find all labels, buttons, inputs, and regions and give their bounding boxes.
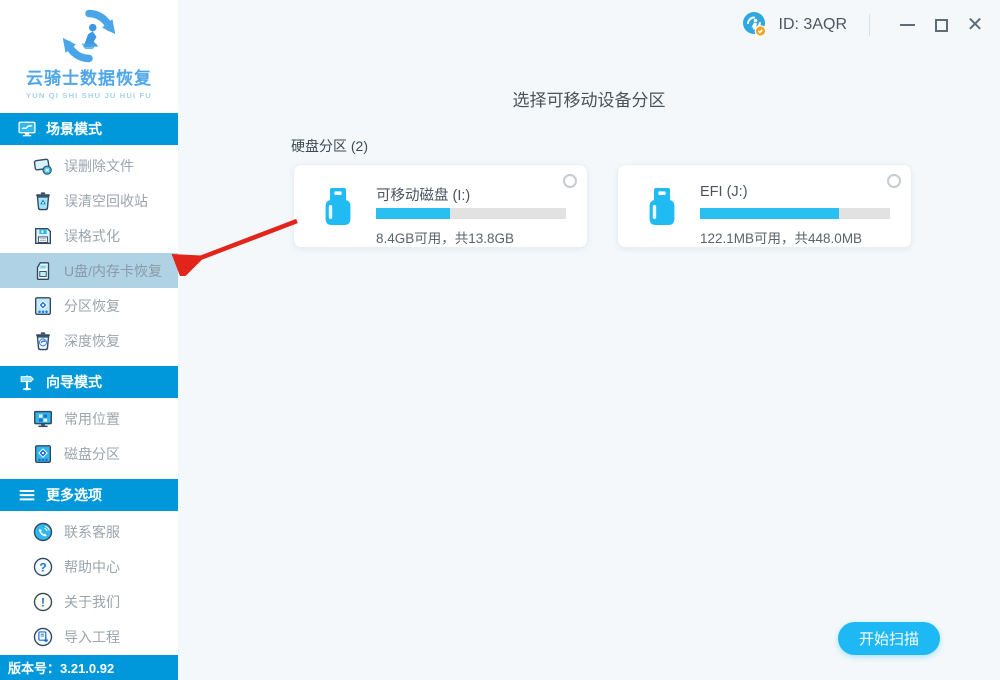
start-scan-button[interactable]: 开始扫描	[838, 622, 940, 655]
sidebar-item-label: 磁盘分区	[64, 444, 120, 464]
partition-usage-bar	[376, 208, 566, 219]
brand-subtitle: YUN QI SHI SHU JU HUI FU	[0, 91, 178, 100]
partition-group-label: 硬盘分区 (2)	[291, 136, 368, 156]
brand-logo-area: 云骑士数据恢复 YUN QI SHI SHU JU HUI FU	[0, 0, 178, 113]
partition-radio[interactable]	[563, 174, 577, 188]
section-label: 向导模式	[46, 372, 102, 392]
signpost-icon	[17, 372, 37, 392]
sidebar-item-partition-recovery[interactable]: 分区恢复	[0, 288, 178, 323]
sidebar-item-label: 帮助中心	[64, 557, 120, 577]
partition-card-efi-j[interactable]: EFI (J:) 122.1MB可用，共448.0MB	[617, 164, 912, 248]
monitor-windows-icon	[32, 408, 54, 430]
partition-usage-bar	[700, 208, 890, 219]
sidebar-item-help-center[interactable]: ? 帮助中心	[0, 549, 178, 584]
deleted-file-icon	[32, 155, 54, 177]
brand-title: 云骑士数据恢复	[0, 64, 178, 89]
partition-disk-icon	[32, 295, 54, 317]
sidebar-item-about-us[interactable]: ! 关于我们	[0, 584, 178, 619]
maximize-icon[interactable]	[928, 12, 954, 38]
partition-capacity-label: 8.4GB可用，共13.8GB	[376, 227, 566, 247]
hamburger-icon	[17, 485, 37, 505]
sidebar-item-import-project[interactable]: 导入工程	[0, 619, 178, 654]
usb-drive-icon	[638, 183, 686, 231]
circular-arrows-knight-icon	[0, 6, 178, 66]
sidebar-item-recycle-bin[interactable]: 误清空回收站	[0, 183, 178, 218]
sidebar-item-label: 深度恢复	[64, 331, 120, 351]
titlebar-separator	[869, 14, 870, 36]
svg-text:!: !	[41, 595, 45, 609]
sidebar-item-label: 误格式化	[64, 226, 120, 246]
main-content: ID: 3AQR ✕ 选择可移动设备分区 硬盘分区 (2) 可移动磁盘 (I:)…	[178, 0, 1000, 680]
page-title: 选择可移动设备分区	[178, 86, 1000, 111]
sidebar-item-contact-support[interactable]: 联系客服	[0, 514, 178, 549]
svg-text:?: ?	[39, 560, 46, 574]
section-header-wizard-mode: 向导模式	[0, 366, 178, 398]
version-label: 版本号：3.21.0.92	[8, 658, 114, 677]
recycle-bin-icon	[32, 190, 54, 212]
minimize-icon[interactable]	[894, 12, 920, 38]
close-icon[interactable]: ✕	[962, 12, 988, 38]
sidebar-item-disk-partitions[interactable]: 磁盘分区	[0, 436, 178, 471]
import-doc-icon	[32, 626, 54, 648]
monitor-wave-icon	[17, 119, 37, 139]
sidebar-item-common-locations[interactable]: 常用位置	[0, 401, 178, 436]
account-logo-badge-icon[interactable]	[740, 10, 770, 40]
sidebar-item-label: 关于我们	[64, 592, 120, 612]
sidebar-item-label: 导入工程	[64, 627, 120, 647]
sidebar-item-deep-recovery[interactable]: 深度恢复	[0, 323, 178, 358]
partition-cards: 可移动磁盘 (I:) 8.4GB可用，共13.8GB EFI (J:) 122.…	[293, 164, 912, 248]
hard-drive-icon	[32, 443, 54, 465]
partition-capacity-label: 122.1MB可用，共448.0MB	[700, 227, 890, 247]
partition-usage-fill	[376, 208, 450, 219]
titlebar: ID: 3AQR ✕	[740, 10, 988, 40]
section-header-more-options: 更多选项	[0, 479, 178, 511]
usb-drive-icon	[314, 183, 362, 231]
sidebar-item-usb-recovery[interactable]: 000 U盘/内存卡恢复	[0, 253, 178, 288]
sidebar-item-formatted[interactable]: 误格式化	[0, 218, 178, 253]
sidebar-item-deleted-files[interactable]: 误删除文件	[0, 148, 178, 183]
partition-card-removable-disk-i[interactable]: 可移动磁盘 (I:) 8.4GB可用，共13.8GB	[293, 164, 588, 248]
sidebar: 云骑士数据恢复 YUN QI SHI SHU JU HUI FU 场景模式 误删…	[0, 0, 178, 680]
exclamation-icon: !	[32, 591, 54, 613]
question-icon: ?	[32, 556, 54, 578]
partition-radio[interactable]	[887, 174, 901, 188]
sidebar-item-label: 误清空回收站	[64, 191, 148, 211]
partition-name: 可移动磁盘 (I:)	[376, 184, 566, 202]
sd-card-icon: 000	[32, 260, 54, 282]
user-id-label: ID: 3AQR	[779, 16, 847, 34]
partition-usage-fill	[700, 208, 839, 219]
deep-recovery-trash-icon	[32, 330, 54, 352]
partition-name: EFI (J:)	[700, 184, 890, 202]
sidebar-item-label: 联系客服	[64, 522, 120, 542]
section-label: 场景模式	[46, 119, 102, 139]
floppy-disk-icon	[32, 225, 54, 247]
phone-icon	[32, 521, 54, 543]
version-bar: 版本号：3.21.0.92	[0, 655, 178, 680]
sidebar-item-label: 分区恢复	[64, 296, 120, 316]
sidebar-item-label: 误删除文件	[64, 156, 134, 176]
sidebar-item-label: U盘/内存卡恢复	[64, 261, 162, 281]
sidebar-item-label: 常用位置	[64, 409, 120, 429]
svg-text:000: 000	[39, 264, 47, 269]
section-label: 更多选项	[46, 485, 102, 505]
section-header-scene-mode: 场景模式	[0, 113, 178, 145]
